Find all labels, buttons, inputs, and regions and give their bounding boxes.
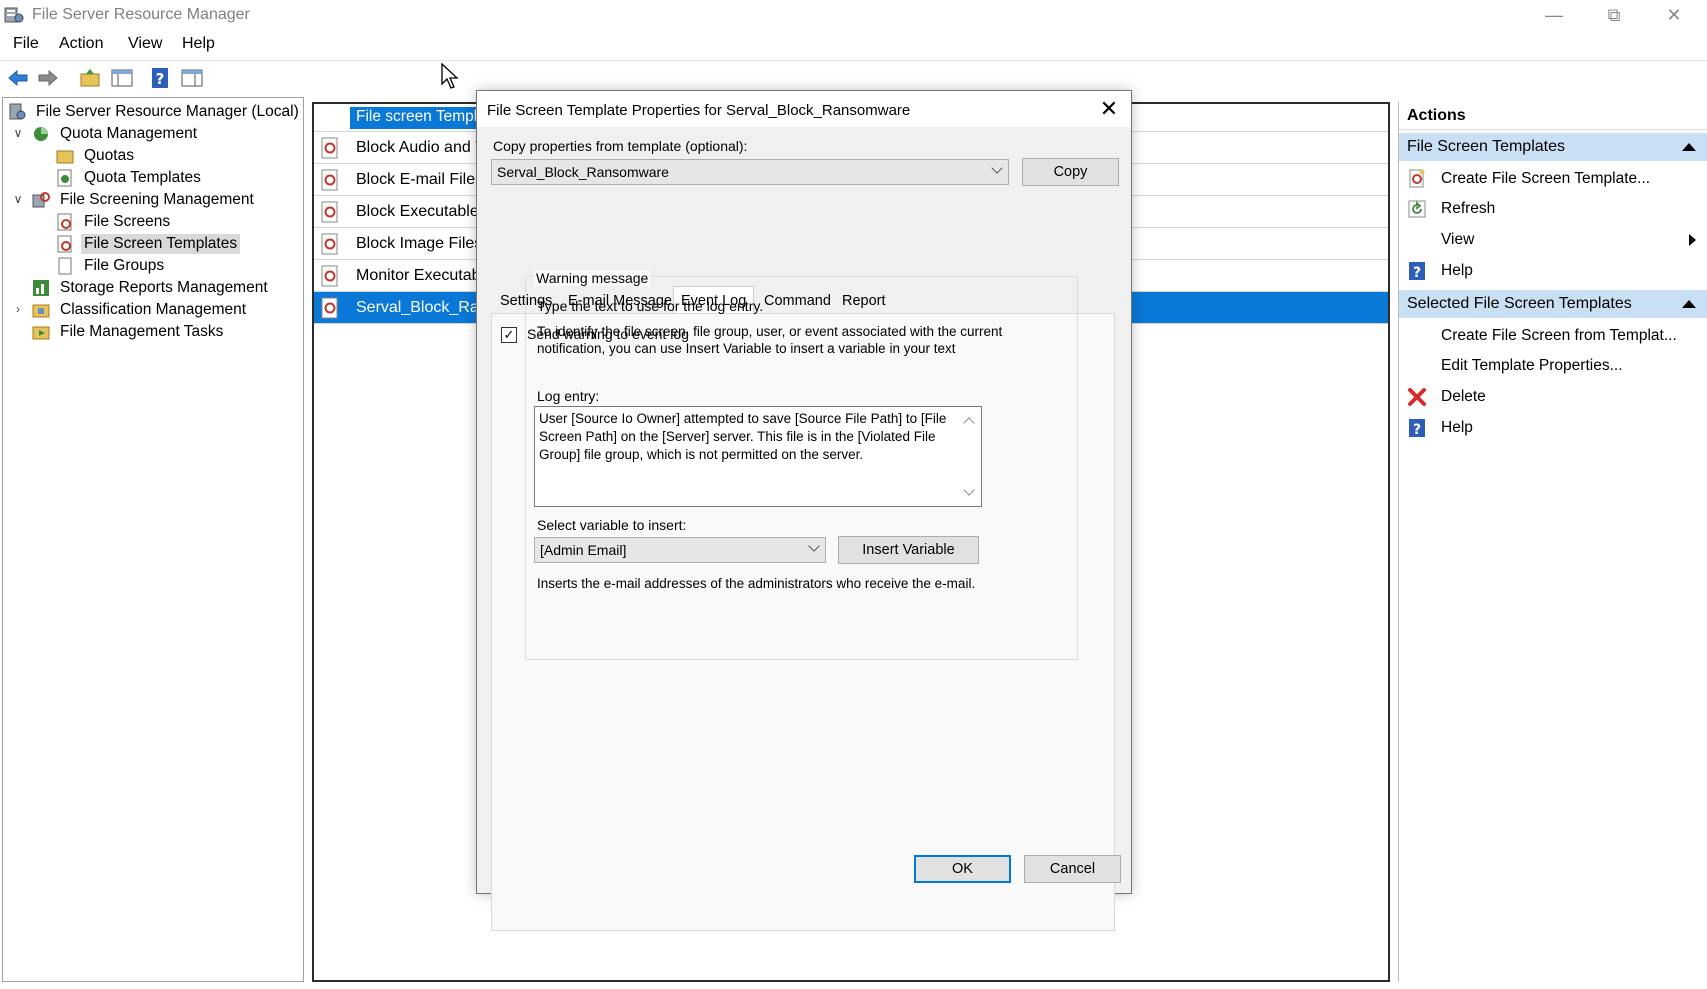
up-folder-icon[interactable] — [78, 66, 102, 90]
collapse-icon[interactable] — [1682, 143, 1696, 151]
back-arrow-icon[interactable] — [6, 66, 30, 90]
ok-button[interactable]: OK — [914, 855, 1011, 883]
tree-file-screens[interactable]: File Screens — [55, 210, 173, 234]
svg-text:?: ? — [1413, 265, 1421, 281]
refresh-icon — [1407, 199, 1427, 219]
show-hide-console-tree-icon[interactable] — [110, 66, 134, 90]
scroll-up-icon[interactable] — [963, 417, 975, 429]
warning-message-title: Warning message — [534, 270, 651, 286]
action-view[interactable]: View — [1399, 225, 1707, 255]
forward-arrow-icon[interactable] — [36, 66, 60, 90]
classification-icon — [31, 300, 51, 320]
chevron-down-icon — [808, 540, 820, 552]
menu-bar: File Action View Help — [0, 30, 1707, 58]
copy-template-dropdown[interactable]: Serval_Block_Ransomware — [491, 159, 1009, 185]
storage-reports-icon — [31, 278, 51, 298]
action-help-selected[interactable]: ? Help — [1399, 413, 1707, 443]
chevron-down-icon[interactable]: ∨ — [11, 126, 25, 140]
insert-variable-button[interactable]: Insert Variable — [838, 536, 979, 564]
toolbar: ? — [0, 60, 1707, 94]
svg-text:?: ? — [1413, 422, 1421, 438]
section-selected-templates[interactable]: Selected File Screen Templates — [1399, 290, 1707, 318]
tree-quota-management[interactable]: Quota Management — [31, 122, 200, 146]
close-icon[interactable]: ✕ — [1644, 0, 1704, 30]
copy-button[interactable]: Copy — [1022, 158, 1119, 186]
file-screen-template-icon — [320, 169, 340, 191]
quota-management-icon — [31, 124, 51, 144]
type-text-instruction: Type the text to use for the log entry. — [537, 298, 764, 314]
tree-quota-templates[interactable]: Quota Templates — [55, 166, 204, 190]
menu-action[interactable]: Action — [59, 35, 103, 53]
scroll-down-icon[interactable] — [963, 484, 975, 496]
identify-instruction-line2: notification, you can use Insert Variabl… — [537, 341, 956, 356]
action-edit-properties[interactable]: Edit Template Properties... — [1399, 351, 1707, 381]
identify-instruction-line1: To identify the file screen, file group,… — [537, 324, 1003, 339]
chevron-down-icon — [991, 162, 1003, 174]
restore-icon[interactable]: ⧉ — [1584, 0, 1644, 30]
chevron-down-icon[interactable]: ∨ — [11, 192, 25, 206]
file-screen-template-icon — [320, 233, 340, 255]
tree-file-screening-management[interactable]: File Screening Management — [31, 188, 257, 212]
action-help[interactable]: ? Help — [1399, 256, 1707, 286]
file-screen-icon — [55, 212, 75, 232]
help-icon: ? — [1407, 261, 1427, 281]
send-warning-checkbox[interactable]: ✓ — [501, 327, 517, 343]
create-template-icon — [1407, 169, 1427, 189]
actions-pane: Actions File Screen Templates Create Fil… — [1398, 102, 1707, 982]
menu-file[interactable]: File — [13, 35, 39, 53]
tree-file-groups[interactable]: File Groups — [55, 254, 167, 278]
menu-help[interactable]: Help — [182, 35, 215, 53]
variable-description: Inserts the e-mail addresses of the admi… — [537, 576, 976, 591]
help-icon: ? — [1407, 418, 1427, 438]
delete-icon — [1407, 387, 1427, 407]
action-create-from-template[interactable]: Create File Screen from Templat... — [1399, 321, 1707, 351]
action-create-template[interactable]: Create File Screen Template... — [1399, 164, 1707, 194]
tree-root[interactable]: File Server Resource Manager (Local) — [7, 100, 302, 124]
window-title: File Server Resource Manager — [32, 6, 250, 23]
tree-file-management-tasks[interactable]: File Management Tasks — [31, 320, 226, 344]
copy-properties-label: Copy properties from template (optional)… — [493, 138, 748, 154]
select-variable-label: Select variable to insert: — [537, 517, 687, 533]
minimize-icon[interactable]: — — [1524, 0, 1584, 30]
file-screen-template-icon — [55, 234, 75, 254]
tree-file-screen-templates[interactable]: File Screen Templates — [55, 232, 241, 256]
tree-storage-reports[interactable]: Storage Reports Management — [31, 276, 271, 300]
file-screening-icon — [31, 190, 51, 210]
template-icon — [55, 168, 75, 188]
actions-header: Actions — [1399, 102, 1707, 130]
collapse-icon[interactable] — [1682, 300, 1696, 308]
help-icon[interactable]: ? — [148, 66, 172, 90]
file-screen-template-icon — [320, 265, 340, 287]
log-entry-label: Log entry: — [537, 388, 600, 404]
server-icon — [7, 102, 27, 122]
tree-quotas[interactable]: Quotas — [55, 144, 137, 168]
dialog-title: File Screen Template Properties for Serv… — [487, 102, 911, 119]
console-tree: File Server Resource Manager (Local) ∨ Q… — [2, 97, 304, 982]
svg-text:?: ? — [156, 70, 165, 88]
cancel-button[interactable]: Cancel — [1024, 855, 1121, 883]
close-icon[interactable]: ✕ — [1095, 95, 1123, 123]
variable-dropdown[interactable]: [Admin Email] — [534, 537, 826, 563]
file-screen-template-icon — [320, 297, 340, 319]
folder-icon — [55, 146, 75, 166]
log-entry-textarea[interactable]: User [Source Io Owner] attempted to save… — [534, 406, 982, 507]
mouse-cursor-icon — [441, 62, 459, 89]
title-bar: File Server Resource Manager — ⧉ ✕ — [0, 0, 1707, 30]
menu-view[interactable]: View — [128, 35, 162, 53]
file-group-icon — [55, 256, 75, 276]
file-screen-template-icon — [320, 201, 340, 223]
section-file-screen-templates[interactable]: File Screen Templates — [1399, 133, 1707, 161]
file-management-tasks-icon — [31, 322, 51, 342]
column-header-template[interactable]: File screen Templ — [350, 107, 484, 129]
chevron-right-icon[interactable]: › — [11, 302, 25, 316]
tree-classification[interactable]: Classification Management — [31, 298, 249, 322]
action-refresh[interactable]: Refresh — [1399, 194, 1707, 224]
submenu-arrow-icon — [1689, 234, 1696, 246]
properties-icon[interactable] — [180, 66, 204, 90]
action-delete[interactable]: Delete — [1399, 382, 1707, 412]
file-screen-template-icon — [320, 137, 340, 159]
dialog-title-bar: File Screen Template Properties for Serv… — [477, 91, 1131, 127]
fsrm-app-icon — [4, 6, 24, 24]
